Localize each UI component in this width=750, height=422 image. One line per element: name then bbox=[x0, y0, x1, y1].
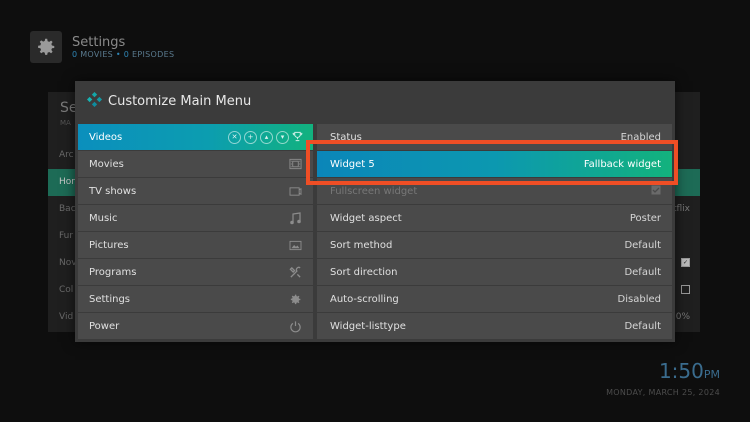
option-label: Auto-scrolling bbox=[330, 293, 399, 305]
menu-item-label: Movies bbox=[89, 158, 124, 170]
item-controls: ✕ + ▴ ▾ bbox=[228, 130, 303, 144]
menu-item-label: Music bbox=[89, 212, 118, 224]
main-menu-items-list: Videos ✕ + ▴ ▾ Movies TV shows Music Pic… bbox=[78, 124, 313, 340]
menu-item-programs[interactable]: Programs bbox=[78, 259, 313, 285]
settings-title: Settings bbox=[72, 34, 126, 50]
picture-icon bbox=[287, 237, 303, 253]
option-widget-listtype[interactable]: Widget-listtype Default bbox=[317, 313, 672, 339]
settings-header: Settings 0 MOVIES • 0 EPISODES bbox=[30, 31, 174, 63]
settings-gear-icon bbox=[30, 31, 62, 63]
clock: 1:50PM MONDAY, MARCH 25, 2024 bbox=[606, 360, 720, 397]
option-sort-method[interactable]: Sort method Default bbox=[317, 232, 672, 258]
highlight-annotation-box bbox=[306, 140, 678, 185]
menu-item-label: Settings bbox=[89, 293, 131, 305]
remove-icon[interactable]: ✕ bbox=[228, 130, 241, 144]
option-label: Sort direction bbox=[330, 266, 398, 278]
option-value: Default bbox=[624, 239, 661, 251]
menu-item-label: Pictures bbox=[89, 239, 129, 251]
customize-main-menu-dialog: Customize Main Menu Videos ✕ + ▴ ▾ Movie… bbox=[75, 81, 675, 342]
menu-item-label: Videos bbox=[89, 131, 123, 143]
checked-checkbox-icon: ✓ bbox=[681, 258, 690, 267]
tools-icon bbox=[287, 264, 303, 280]
option-auto-scrolling[interactable]: Auto-scrolling Disabled bbox=[317, 286, 672, 312]
add-icon[interactable]: + bbox=[244, 130, 257, 144]
move-up-icon[interactable]: ▴ bbox=[260, 130, 273, 144]
clock-time: 1:50PM bbox=[658, 359, 720, 383]
option-value: Disabled bbox=[617, 293, 661, 305]
background-list-item: Bac bbox=[59, 204, 76, 214]
menu-item-label: Programs bbox=[89, 266, 137, 278]
library-stats: 0 MOVIES • 0 EPISODES bbox=[72, 49, 175, 59]
menu-item-music[interactable]: Music bbox=[78, 205, 313, 231]
option-sort-direction[interactable]: Sort direction Default bbox=[317, 259, 672, 285]
kodi-logo-icon bbox=[86, 91, 103, 111]
trophy-icon[interactable] bbox=[292, 131, 303, 142]
menu-item-pictures[interactable]: Pictures bbox=[78, 232, 313, 258]
move-down-icon[interactable]: ▾ bbox=[276, 130, 289, 144]
background-left-list: Arc Hor Bac Fur Nov Col Vid bbox=[48, 142, 78, 331]
option-widget-aspect[interactable]: Widget aspect Poster bbox=[317, 205, 672, 231]
option-label: Widget aspect bbox=[330, 212, 402, 224]
background-list-item: Col bbox=[59, 285, 74, 295]
unchecked-checkbox-icon bbox=[681, 285, 690, 294]
option-label: Sort method bbox=[330, 239, 393, 251]
menu-item-power[interactable]: Power bbox=[78, 313, 313, 339]
menu-item-tv-shows[interactable]: TV shows bbox=[78, 178, 313, 204]
clock-date: MONDAY, MARCH 25, 2024 bbox=[606, 388, 720, 397]
power-icon bbox=[287, 318, 303, 334]
option-label: Widget-listtype bbox=[330, 320, 406, 332]
background-list-item: Hor bbox=[48, 169, 78, 196]
menu-item-videos[interactable]: Videos ✕ + ▴ ▾ bbox=[78, 124, 313, 150]
background-list-item: Vid bbox=[59, 312, 74, 322]
dialog-title: Customize Main Menu bbox=[108, 93, 252, 109]
option-label: Fullscreen widget bbox=[330, 185, 418, 197]
option-value: Default bbox=[624, 266, 661, 278]
checkbox-icon bbox=[651, 185, 661, 198]
option-value: Poster bbox=[629, 212, 661, 224]
film-strip-icon bbox=[287, 156, 303, 172]
background-list-item: Fur bbox=[59, 231, 74, 241]
tv-icon bbox=[287, 183, 303, 199]
option-value: Default bbox=[624, 320, 661, 332]
background-list-item: Arc bbox=[59, 150, 74, 160]
menu-item-settings[interactable]: Settings bbox=[78, 286, 313, 312]
music-note-icon bbox=[287, 210, 303, 226]
background-panel-subtitle: MA bbox=[60, 119, 71, 127]
background-list-item: Nov bbox=[59, 258, 77, 268]
dialog-header: Customize Main Menu bbox=[86, 91, 252, 111]
menu-item-label: TV shows bbox=[89, 185, 137, 197]
gear-icon bbox=[287, 291, 303, 307]
menu-item-label: Power bbox=[89, 320, 120, 332]
menu-item-movies[interactable]: Movies bbox=[78, 151, 313, 177]
